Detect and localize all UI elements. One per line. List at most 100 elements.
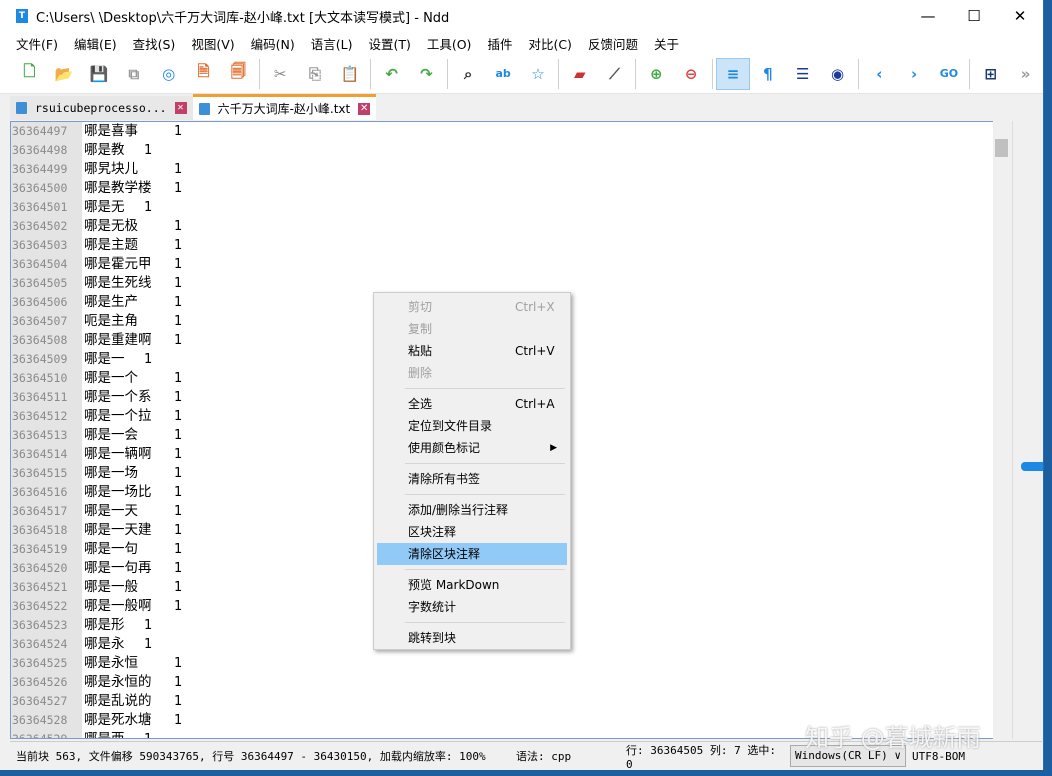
line-count: 1 xyxy=(174,464,182,483)
close-all-button[interactable]: 🗐 xyxy=(221,58,256,90)
context-menu-item[interactable]: 粘贴Ctrl+V xyxy=(377,340,567,362)
menu-item[interactable]: 工具(O) xyxy=(419,34,480,53)
title-bar: T C:\Users\ \Desktop\六千万大词库-赵小峰.txt [大文本… xyxy=(0,0,1043,32)
record-button[interactable]: ◉ xyxy=(820,58,855,90)
context-menu-item[interactable]: 清除区块注释 xyxy=(377,543,567,565)
context-menu-item[interactable]: 跳转到块 xyxy=(377,627,567,649)
toolbar-separator xyxy=(712,59,713,89)
maximize-button[interactable]: ☐ xyxy=(951,0,997,32)
zoom-out-button[interactable]: ⊖ xyxy=(674,58,709,90)
toolbar-separator xyxy=(558,59,559,89)
line-number: 36364508 xyxy=(12,331,80,350)
line-number: 36364510 xyxy=(12,369,80,388)
menu-item[interactable]: 文件(F) xyxy=(8,34,66,53)
menu-item[interactable]: 编码(N) xyxy=(243,34,303,53)
close-button[interactable]: ✕ xyxy=(997,0,1043,32)
menu-item-label: 跳转到块 xyxy=(408,631,456,645)
cut-button[interactable]: ✂ xyxy=(263,58,298,90)
menu-item[interactable]: 设置(T) xyxy=(360,34,418,53)
find-icon: ⌕ xyxy=(464,65,472,83)
redo-button[interactable]: ↷ xyxy=(409,58,444,90)
scrollbar-thumb[interactable] xyxy=(995,139,1008,157)
bookmark-icon: ☆ xyxy=(531,65,544,83)
save-button[interactable]: 💾 xyxy=(82,58,117,90)
zoom-in-button[interactable]: ⊕ xyxy=(639,58,674,90)
autosave-button[interactable]: ◎ xyxy=(151,58,186,90)
context-menu-item[interactable]: 区块注释 xyxy=(377,521,567,543)
indent-guide-icon: ☰ xyxy=(796,65,809,83)
menu-item-label: 复制 xyxy=(408,322,432,336)
clear-mark-icon: ⟋ xyxy=(609,65,620,83)
replace-button[interactable]: ab xyxy=(486,58,521,90)
undo-icon: ↶ xyxy=(385,65,398,83)
menu-item[interactable]: 语言(L) xyxy=(303,34,361,53)
undo-button[interactable]: ↶ xyxy=(374,58,409,90)
line-count: 1 xyxy=(144,198,152,217)
marker-button[interactable]: ▰ xyxy=(562,58,597,90)
prev-button[interactable]: ‹ xyxy=(862,58,897,90)
marker-icon: ▰ xyxy=(574,65,586,83)
line-number: 36364519 xyxy=(12,540,80,559)
context-menu-item[interactable]: 全选Ctrl+A xyxy=(377,393,567,415)
file-icon xyxy=(16,102,27,114)
line-count: 1 xyxy=(174,160,182,179)
paste-button[interactable]: 📋 xyxy=(332,58,367,90)
new-file-button[interactable]: 🗋 xyxy=(12,58,47,90)
toolbar-separator xyxy=(370,59,371,89)
line-count: 1 xyxy=(144,616,152,635)
line-word: 呃是主角 xyxy=(84,312,138,331)
menu-item[interactable]: 关于 xyxy=(646,34,687,53)
find-button[interactable]: ⌕ xyxy=(451,58,486,90)
tab-label: rsuicubeprocesso... xyxy=(35,101,167,115)
tab[interactable]: rsuicubeprocesso... ✕ xyxy=(10,96,193,120)
toolbar-separator xyxy=(858,59,859,89)
tab-close-icon[interactable]: ✕ xyxy=(175,102,187,114)
menu-item[interactable]: 编辑(E) xyxy=(66,34,125,53)
indent-guide-button[interactable]: ☰ xyxy=(785,58,820,90)
menu-item[interactable]: 视图(V) xyxy=(183,34,242,53)
copy-button[interactable]: ⎘ xyxy=(298,58,333,90)
line-number: 36364523 xyxy=(12,616,80,635)
redo-icon: ↷ xyxy=(420,65,433,83)
goto-button[interactable]: GO xyxy=(932,58,967,90)
context-menu-item[interactable]: 清除所有书签 xyxy=(377,468,567,490)
close-file-button[interactable]: 🗎 xyxy=(186,58,221,90)
split-view-icon: ⊞ xyxy=(984,65,997,83)
overflow-button[interactable]: » xyxy=(1008,58,1043,90)
menu-item-shortcut: Ctrl+X xyxy=(515,296,555,318)
menu-item[interactable]: 对比(C) xyxy=(520,34,579,53)
close-all-icon: 🗐 xyxy=(231,61,246,86)
context-menu-item[interactable]: 使用颜色标记▶ xyxy=(377,437,567,459)
tab-close-icon[interactable]: ✕ xyxy=(358,103,370,115)
bookmark-button[interactable]: ☆ xyxy=(521,58,556,90)
replace-icon: ab xyxy=(495,67,510,80)
minimize-button[interactable]: — xyxy=(905,0,951,32)
menu-item[interactable]: 查找(S) xyxy=(125,34,184,53)
block-position-marker[interactable] xyxy=(1021,462,1043,471)
line-word: 哪是一场 xyxy=(84,464,138,483)
word-wrap-button[interactable]: ≡ xyxy=(716,58,751,90)
line-number: 36364527 xyxy=(12,692,80,711)
line-count: 1 xyxy=(174,274,182,293)
context-menu-item[interactable]: 字数统计 xyxy=(377,596,567,618)
menu-item-shortcut: Ctrl+V xyxy=(515,340,555,362)
clear-mark-button[interactable]: ⟋ xyxy=(597,58,632,90)
context-menu-item[interactable]: 定位到文件目录 xyxy=(377,415,567,437)
menu-item[interactable]: 插件 xyxy=(479,34,520,53)
block-position-bar[interactable] xyxy=(1012,121,1042,739)
menu-item[interactable]: 反馈问题 xyxy=(580,34,646,53)
line-count: 1 xyxy=(174,312,182,331)
line-count: 1 xyxy=(174,369,182,388)
next-button[interactable]: › xyxy=(897,58,932,90)
context-menu-item[interactable]: 预览 MarkDown xyxy=(377,574,567,596)
open-file-button[interactable]: 📂 xyxy=(47,58,82,90)
menu-item-label: 使用颜色标记 xyxy=(408,441,480,455)
line-count: 1 xyxy=(174,122,182,141)
context-menu-item[interactable]: 添加/删除当行注释 xyxy=(377,499,567,521)
tab[interactable]: 六千万大词库-赵小峰.txt✕ xyxy=(193,94,377,120)
split-view-button[interactable]: ⊞ xyxy=(973,58,1008,90)
show-symbols-button[interactable]: ¶ xyxy=(750,58,785,90)
toolbar-separator xyxy=(635,59,636,89)
vertical-scrollbar[interactable] xyxy=(993,121,1010,739)
save-all-button[interactable]: ⧉ xyxy=(116,58,151,90)
